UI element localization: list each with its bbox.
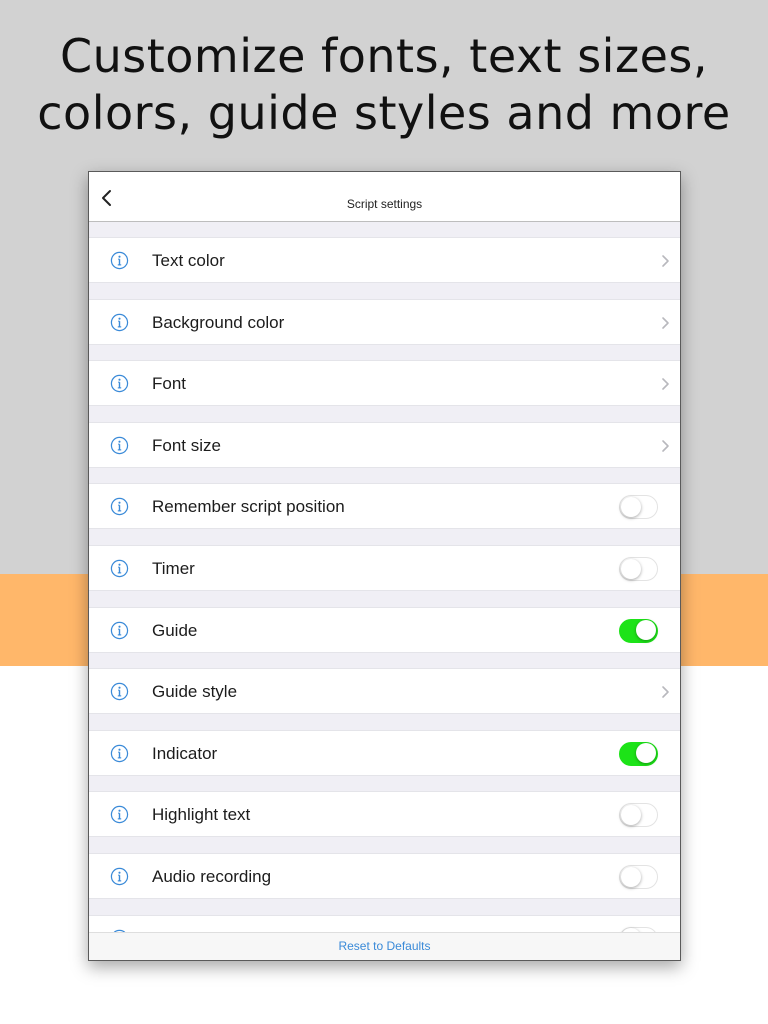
- settings-row-guide-style[interactable]: Guide style: [89, 668, 680, 715]
- chevron-right-icon: [662, 378, 669, 390]
- info-icon[interactable]: [110, 436, 129, 455]
- info-icon[interactable]: [110, 682, 129, 701]
- settings-row-label: Font size: [152, 435, 221, 455]
- settings-row-label: Timer: [152, 559, 195, 578]
- info-icon[interactable]: [110, 867, 129, 886]
- toggle-switch-highlight-text[interactable]: [619, 803, 658, 828]
- toggle-knob: [620, 558, 641, 579]
- settings-row-label: Audio recording: [152, 867, 272, 886]
- settings-row-label: Highlight text: [152, 805, 251, 825]
- toggle-knob: [620, 804, 641, 825]
- settings-row-highlight-text[interactable]: Highlight text: [89, 791, 680, 838]
- toggle-knob: [636, 743, 656, 764]
- settings-row-label: Remember script position: [152, 497, 345, 517]
- chevron-right-icon: [662, 686, 669, 698]
- info-icon[interactable]: [110, 313, 129, 332]
- settings-row-timer[interactable]: Timer: [89, 545, 680, 591]
- chevron-right-icon: [662, 316, 669, 329]
- settings-row-label: Text color: [152, 251, 225, 270]
- settings-row-font-size[interactable]: Font size: [89, 421, 680, 468]
- settings-row-font[interactable]: Font: [89, 360, 680, 407]
- chevron-left-icon[interactable]: [97, 188, 117, 208]
- info-icon[interactable]: [110, 805, 129, 824]
- toggle-switch-remember-script-position[interactable]: [619, 495, 658, 520]
- info-icon[interactable]: [110, 374, 129, 393]
- settings-row-indicator[interactable]: Indicator: [89, 729, 680, 776]
- settings-row-audio-recording[interactable]: Audio recording: [89, 853, 680, 899]
- chevron-right-icon: [662, 255, 669, 267]
- settings-row-label: Background color: [152, 312, 285, 332]
- headline-line-1: Customize fonts, text sizes,: [59, 29, 708, 83]
- page-title: Script settings: [346, 197, 423, 211]
- info-icon[interactable]: [110, 497, 129, 516]
- settings-row-background-color[interactable]: Background color: [89, 298, 680, 345]
- chevron-right-icon: [662, 439, 669, 452]
- toggle-switch-audio-recording[interactable]: [619, 865, 658, 889]
- info-icon[interactable]: [110, 559, 129, 578]
- settings-row-label: Font: [152, 374, 187, 394]
- headline-line-2: colors, guide styles and more: [37, 86, 731, 140]
- device-screen: Script settings Text color Background col…: [88, 171, 681, 961]
- toggle-switch-guide[interactable]: [619, 618, 658, 643]
- settings-row-remember-script-position[interactable]: Remember script position: [89, 483, 680, 530]
- settings-row-guide[interactable]: Guide: [89, 606, 680, 653]
- navigation-bar: Script settings: [89, 172, 680, 222]
- toggle-knob: [620, 866, 641, 887]
- marketing-headline: Customize fonts, text sizes, colors, gui…: [0, 28, 768, 142]
- toggle-switch-indicator[interactable]: [619, 741, 658, 766]
- settings-row-text-color[interactable]: Text color: [89, 237, 680, 283]
- settings-row-label: Guide style: [152, 682, 238, 702]
- toggle-knob: [636, 620, 656, 641]
- info-icon[interactable]: [110, 251, 129, 270]
- info-icon[interactable]: [110, 744, 129, 763]
- toggle-knob: [620, 496, 641, 517]
- reset-to-defaults-button[interactable]: Reset to Defaults: [89, 932, 680, 960]
- settings-row-label: Indicator: [152, 743, 218, 763]
- toggle-switch-timer[interactable]: [619, 557, 658, 581]
- info-icon[interactable]: [110, 621, 129, 640]
- settings-row-label: Guide: [152, 620, 198, 640]
